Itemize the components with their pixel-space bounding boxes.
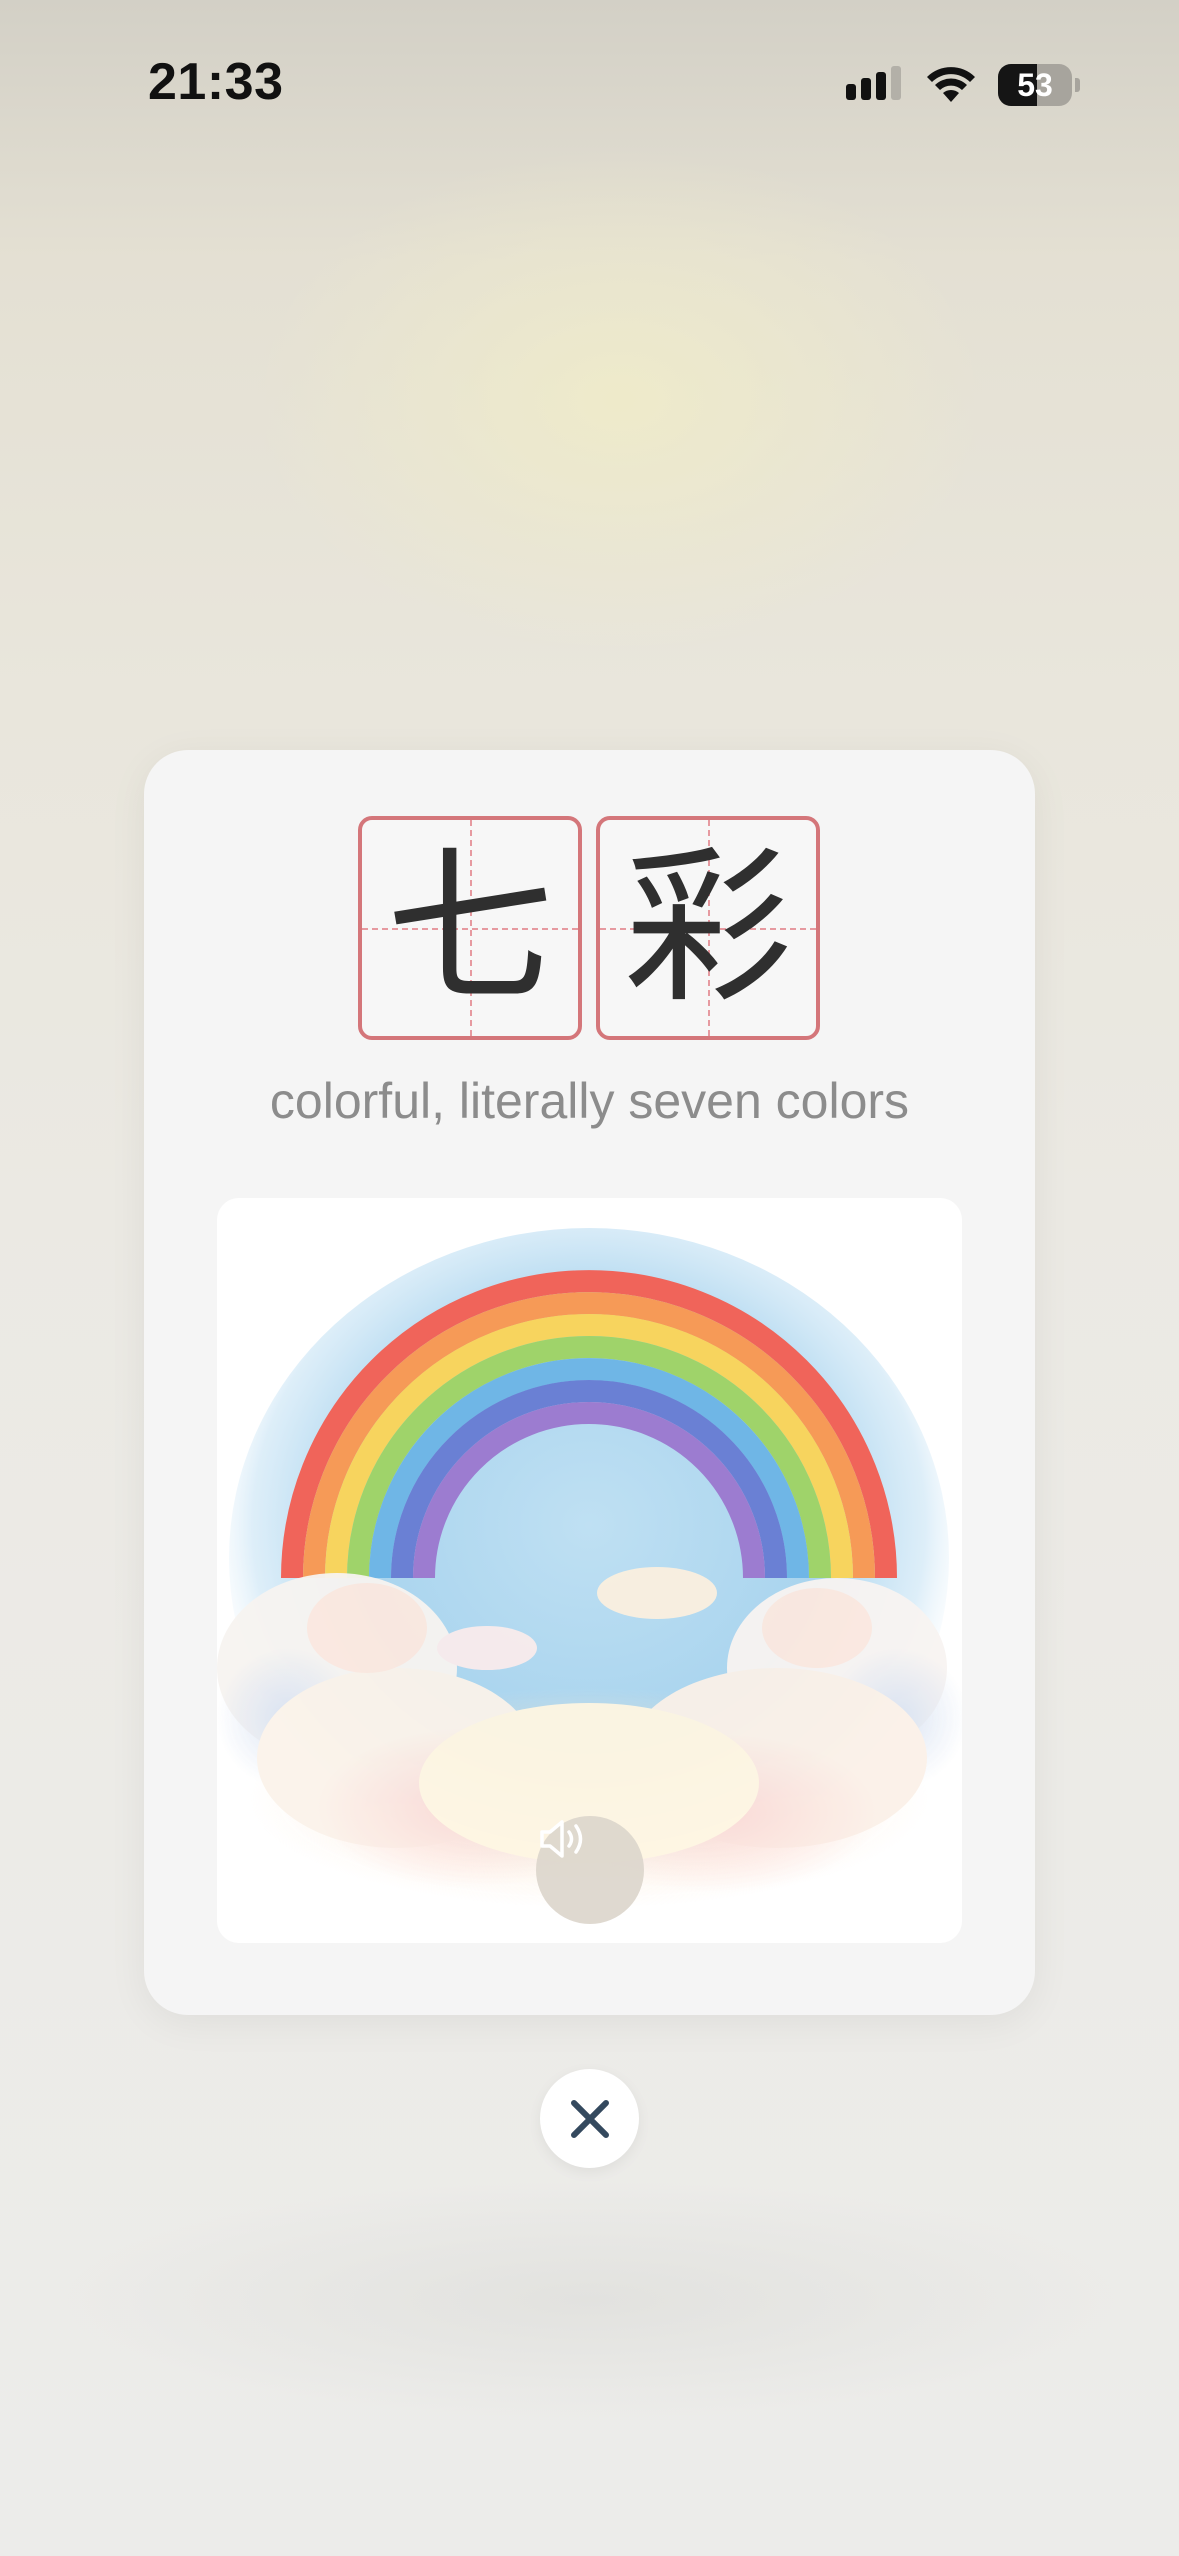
background-glow [60,2180,1120,2420]
battery-percent: 53 [1017,67,1053,103]
status-time: 21:33 [148,53,284,111]
play-audio-button[interactable] [536,1816,644,1924]
speaker-icon [540,1820,583,1858]
rainbow-illustration [217,1198,962,1943]
word-meaning: colorful, literally seven colors [269,1073,910,1129]
character-cell-2: 彩 [596,816,820,1040]
battery-nub [1075,78,1080,92]
character-grid: 七 彩 [358,816,821,1040]
character-1: 七 [386,830,554,1026]
character-2: 彩 [624,830,792,1026]
cellular-signal-icon [846,66,901,100]
flashcard: 七 彩 colorful, literally seven colors [144,750,1035,2015]
status-bar: 21:33 53 [0,0,1179,170]
wifi-icon [927,67,975,102]
battery-icon: 53 [998,64,1080,106]
close-icon [570,2099,609,2138]
character-cell-1: 七 [358,816,582,1040]
close-button[interactable] [540,2069,639,2168]
battery-body: 53 [998,64,1072,106]
